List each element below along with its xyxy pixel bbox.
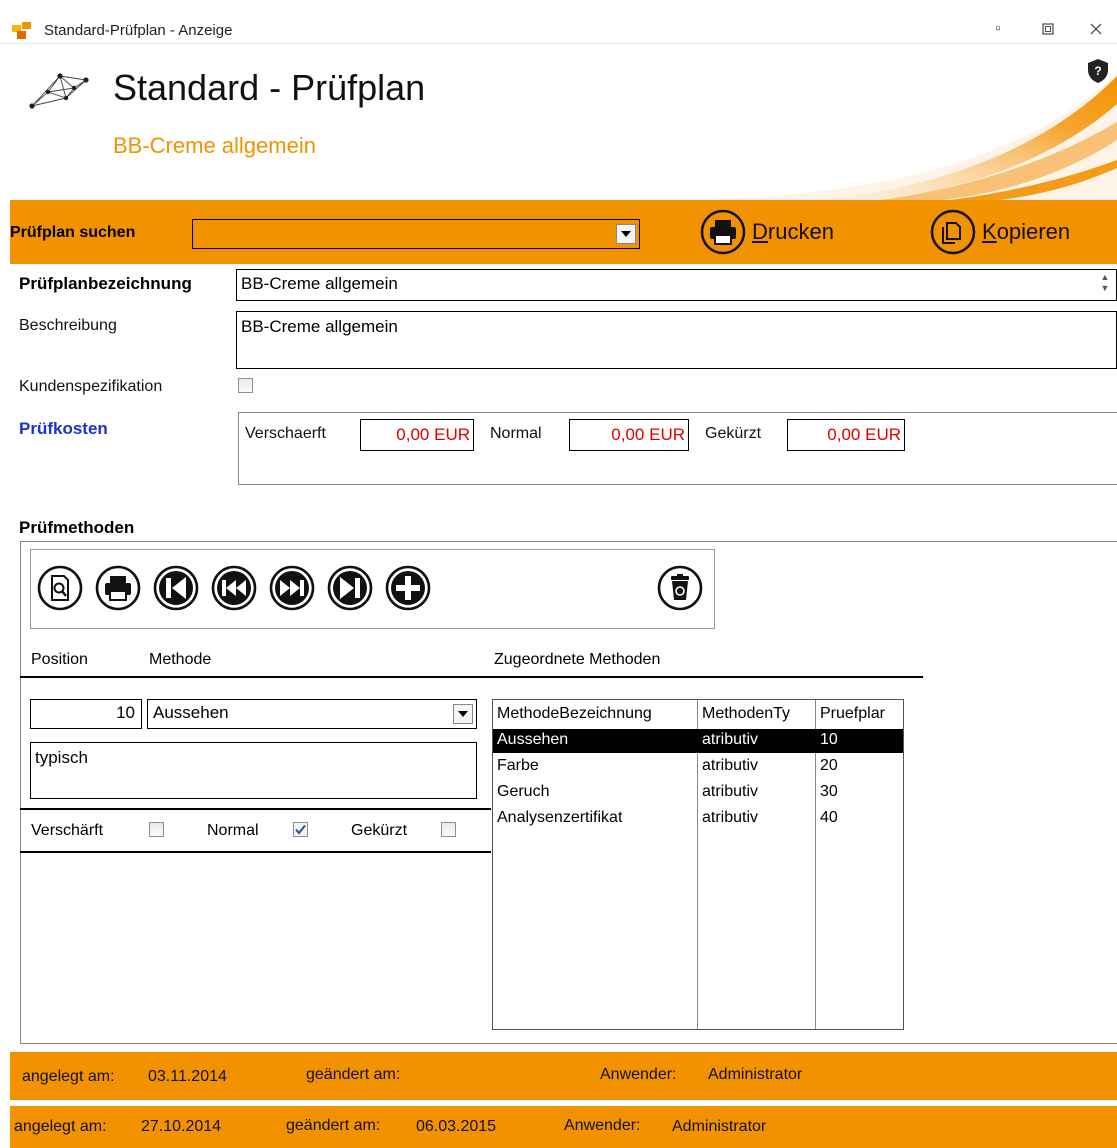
print-icon[interactable] [94,564,142,612]
print-button-label: Drucken [752,219,834,244]
cost-verschaerft-value: 0,00 EUR [360,419,474,451]
grid-header-type[interactable]: MethodenTy [702,705,814,723]
window-title: Standard-Prüfplan - Anzeige [44,22,233,39]
cost-normal-label: Normal [490,425,542,442]
changed-value: 06.03.2015 [416,1118,497,1135]
user-value: Administrator [672,1118,767,1135]
created-label: angelegt am: [14,1118,107,1135]
grid-cell-plan[interactable]: 40 [820,809,838,827]
customer-spec-label: Kundenspezifikation [19,378,163,395]
copy-button[interactable]: Kopieren [930,209,1070,255]
close-icon[interactable] [1083,18,1109,40]
divider [20,676,923,678]
cost-gekuerzt-value: 0,00 EUR [787,419,905,451]
changed-label: geändert am: [286,1117,381,1134]
grid-cell-type[interactable]: atributiv [702,731,758,749]
column-header-position: Position [31,651,88,668]
grid-cell-plan[interactable]: 20 [820,757,838,775]
page-subtitle: BB-Creme allgemein [113,133,316,158]
search-combobox[interactable] [192,219,640,249]
created-value: 27.10.2014 [141,1118,222,1135]
checkmark-icon [295,824,306,835]
flag-verschaerft-label: Verschärft [31,822,104,839]
created-value: 03.11.2014 [148,1068,227,1085]
decorative-swoosh [700,74,1117,200]
search-label: Prüfplan suchen [10,224,136,241]
shield-icon[interactable]: ? [1087,58,1109,84]
flag-normal-checkbox[interactable] [293,822,308,837]
cost-gekuerzt-label: Gekürzt [705,425,762,442]
delete-icon[interactable] [656,564,704,612]
customer-spec-checkbox[interactable] [238,378,253,393]
maximize-icon[interactable] [1035,18,1061,40]
description-label: Beschreibung [19,317,117,334]
network-logo-icon [29,73,89,109]
cost-normal-value: 0,00 EUR [569,419,689,451]
chevron-down-icon[interactable] [616,224,636,244]
grid-cell-name[interactable]: Analysenzertifikat [497,809,622,827]
grid-header-name[interactable]: MethodeBezeichnung [497,705,695,723]
grid-cell-plan[interactable]: 30 [820,783,838,801]
changed-label: geändert am: [306,1066,401,1083]
grid-cell-name[interactable]: Geruch [497,783,549,801]
user-value: Administrator [708,1066,803,1083]
grid-cell-plan[interactable]: 10 [820,731,838,749]
print-button[interactable]: Drucken [700,209,834,255]
grid-header-plan[interactable]: Pruefplar [820,705,902,723]
costs-label[interactable]: Prüfkosten [19,419,108,439]
grid-cell-type[interactable]: atributiv [702,809,758,827]
grid-cell-name[interactable]: Farbe [497,757,539,775]
methods-heading: Prüfmethoden [19,518,135,537]
flag-verschaerft-checkbox[interactable] [149,822,164,837]
print-icon [700,209,746,255]
first-record-icon[interactable] [152,564,200,612]
grid-cell-type[interactable]: atributiv [702,783,758,801]
plan-name-label: Prüfplanbezeichnung [19,274,192,293]
created-label: angelegt am: [22,1068,115,1085]
method-combobox[interactable]: Aussehen [147,699,477,729]
grid-cell-name[interactable]: Aussehen [497,731,568,749]
position-field[interactable]: 10 [30,699,142,729]
previous-record-icon[interactable] [210,564,258,612]
plan-name-field[interactable]: BB-Creme allgemein [236,269,1117,301]
typical-field[interactable]: typisch [30,742,477,799]
assigned-methods-grid[interactable]: MethodeBezeichnung MethodenTy Pruefplar … [492,699,904,1030]
chevron-down-icon[interactable] [453,704,473,724]
search-document-icon[interactable] [36,564,84,612]
copy-icon [930,209,976,255]
column-header-assigned: Zugeordnete Methoden [494,651,661,668]
app-icon [12,22,31,39]
minimize-icon[interactable]: ▫ [985,18,1011,40]
add-icon[interactable] [384,564,432,612]
divider [20,808,491,810]
method-combobox-value: Aussehen [153,703,229,722]
flag-gekuerzt-checkbox[interactable] [441,822,456,837]
grid-cell-type[interactable]: atributiv [702,757,758,775]
spinner-icon[interactable]: ▲ ▼ [1097,272,1113,298]
copy-button-label: Kopieren [982,219,1071,244]
description-field[interactable]: BB-Creme allgemein [236,311,1117,369]
page-title: Standard - Prüfplan [113,67,426,108]
svg-text:?: ? [1094,64,1101,78]
last-record-icon[interactable] [326,564,374,612]
flag-normal-label: Normal [207,822,259,839]
next-record-icon[interactable] [268,564,316,612]
user-label: Anwender: [564,1117,641,1134]
column-header-method: Methode [149,651,212,668]
user-label: Anwender: [600,1066,677,1083]
cost-verschaerft-label: Verschaerft [245,425,326,442]
divider [20,851,491,853]
flag-gekuerzt-label: Gekürzt [351,822,408,839]
